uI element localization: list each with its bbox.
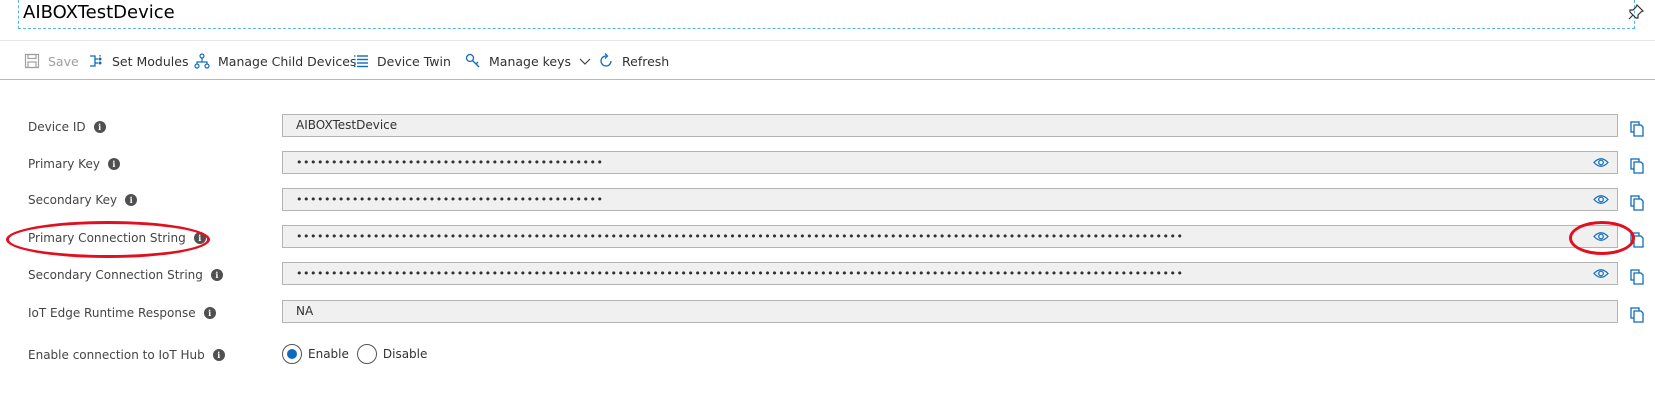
connection-radio-group: Enable Disable bbox=[282, 344, 435, 364]
device-twin-label: Device Twin bbox=[377, 53, 451, 69]
device-id-label: Device ID i bbox=[28, 120, 106, 134]
secondary-conn-value: ••••••••••••••••••••••••••••••••••••••••… bbox=[296, 267, 1184, 280]
manage-child-icon bbox=[194, 53, 210, 69]
edge-runtime-label-text: IoT Edge Runtime Response bbox=[28, 306, 196, 320]
copy-icon[interactable] bbox=[1630, 269, 1644, 285]
copy-icon[interactable] bbox=[1630, 121, 1644, 137]
manage-child-devices-button[interactable]: Manage Child Devices bbox=[194, 51, 356, 71]
primary-connection-string-field[interactable]: ••••••••••••••••••••••••••••••••••••••••… bbox=[282, 225, 1618, 248]
primary-key-value: ••••••••••••••••••••••••••••••••••••••••… bbox=[296, 156, 604, 169]
info-icon[interactable]: i bbox=[93, 121, 106, 133]
copy-icon[interactable] bbox=[1630, 232, 1644, 248]
secondary-key-label: Secondary Key i bbox=[28, 193, 138, 207]
copy-icon[interactable] bbox=[1630, 158, 1644, 174]
secondary-conn-label-text: Secondary Connection String bbox=[28, 268, 203, 282]
set-modules-icon bbox=[90, 55, 102, 67]
secondary-key-label-text: Secondary Key bbox=[28, 193, 118, 207]
disable-radio-circle[interactable] bbox=[356, 344, 377, 364]
title-bar: AIBOXTestDevice bbox=[18, 0, 1635, 29]
chevron-down-icon bbox=[579, 58, 591, 65]
page-title: AIBOXTestDevice bbox=[23, 2, 175, 23]
primary-key-field[interactable]: ••••••••••••••••••••••••••••••••••••••••… bbox=[282, 151, 1618, 174]
info-icon[interactable]: i bbox=[193, 232, 206, 244]
device-id-field[interactable]: AIBOXTestDevice bbox=[282, 114, 1618, 137]
info-icon[interactable]: i bbox=[210, 269, 223, 281]
primary-key-label-text: Primary Key bbox=[28, 157, 100, 171]
info-icon[interactable]: i bbox=[203, 307, 216, 319]
manage-keys-icon bbox=[465, 53, 480, 68]
device-twin-button[interactable]: Device Twin bbox=[353, 51, 451, 71]
command-bar: Save Set Modules Manage Child Devices De… bbox=[0, 40, 1655, 80]
enable-radio-label: Enable bbox=[308, 347, 349, 361]
secondary-key-field[interactable]: ••••••••••••••••••••••••••••••••••••••••… bbox=[282, 188, 1618, 211]
refresh-button[interactable]: Refresh bbox=[598, 51, 669, 71]
set-modules-button[interactable]: Set Modules bbox=[88, 51, 188, 71]
edge-runtime-response-label: IoT Edge Runtime Response i bbox=[28, 306, 216, 320]
manage-keys-label: Manage keys bbox=[489, 53, 572, 69]
manage-keys-button[interactable]: Manage keys bbox=[465, 51, 591, 71]
copy-icon[interactable] bbox=[1630, 195, 1644, 211]
eye-icon[interactable] bbox=[1593, 230, 1609, 243]
copy-icon[interactable] bbox=[1630, 307, 1644, 323]
primary-conn-value: ••••••••••••••••••••••••••••••••••••••••… bbox=[296, 230, 1184, 243]
pin-icon[interactable] bbox=[1628, 4, 1644, 20]
secondary-key-value: ••••••••••••••••••••••••••••••••••••••••… bbox=[296, 193, 604, 206]
info-icon[interactable]: i bbox=[125, 194, 138, 206]
manage-child-label: Manage Child Devices bbox=[218, 53, 357, 69]
device-twin-icon bbox=[354, 55, 368, 68]
device-id-label-text: Device ID bbox=[28, 120, 86, 134]
device-id-value: AIBOXTestDevice bbox=[296, 118, 398, 132]
info-icon[interactable]: i bbox=[212, 349, 225, 361]
save-icon bbox=[24, 53, 40, 69]
enable-radio-circle[interactable] bbox=[282, 344, 302, 364]
secondary-connection-string-label: Secondary Connection String i bbox=[28, 268, 223, 282]
save-button[interactable]: Save bbox=[24, 51, 79, 71]
eye-icon[interactable] bbox=[1593, 156, 1609, 169]
disable-radio[interactable]: Disable bbox=[356, 344, 428, 364]
refresh-icon bbox=[600, 53, 612, 67]
eye-icon[interactable] bbox=[1593, 193, 1609, 206]
radio-selected-dot bbox=[287, 349, 297, 359]
info-icon[interactable]: i bbox=[107, 158, 120, 170]
enable-connection-label-text: Enable connection to IoT Hub bbox=[28, 348, 205, 362]
enable-connection-label: Enable connection to IoT Hub i bbox=[28, 348, 225, 362]
set-modules-label: Set Modules bbox=[112, 53, 189, 69]
secondary-connection-string-field[interactable]: ••••••••••••••••••••••••••••••••••••••••… bbox=[282, 262, 1618, 285]
save-label: Save bbox=[48, 53, 79, 69]
primary-connection-string-label: Primary Connection String i bbox=[28, 231, 206, 245]
primary-key-label: Primary Key i bbox=[28, 157, 120, 171]
disable-radio-label: Disable bbox=[382, 347, 428, 361]
refresh-label: Refresh bbox=[622, 53, 670, 69]
edge-runtime-value: NA bbox=[296, 304, 314, 318]
primary-conn-label-text: Primary Connection String bbox=[28, 231, 186, 245]
eye-icon[interactable] bbox=[1593, 267, 1609, 280]
enable-radio[interactable]: Enable bbox=[282, 344, 349, 364]
edge-runtime-response-field: NA bbox=[282, 300, 1618, 323]
